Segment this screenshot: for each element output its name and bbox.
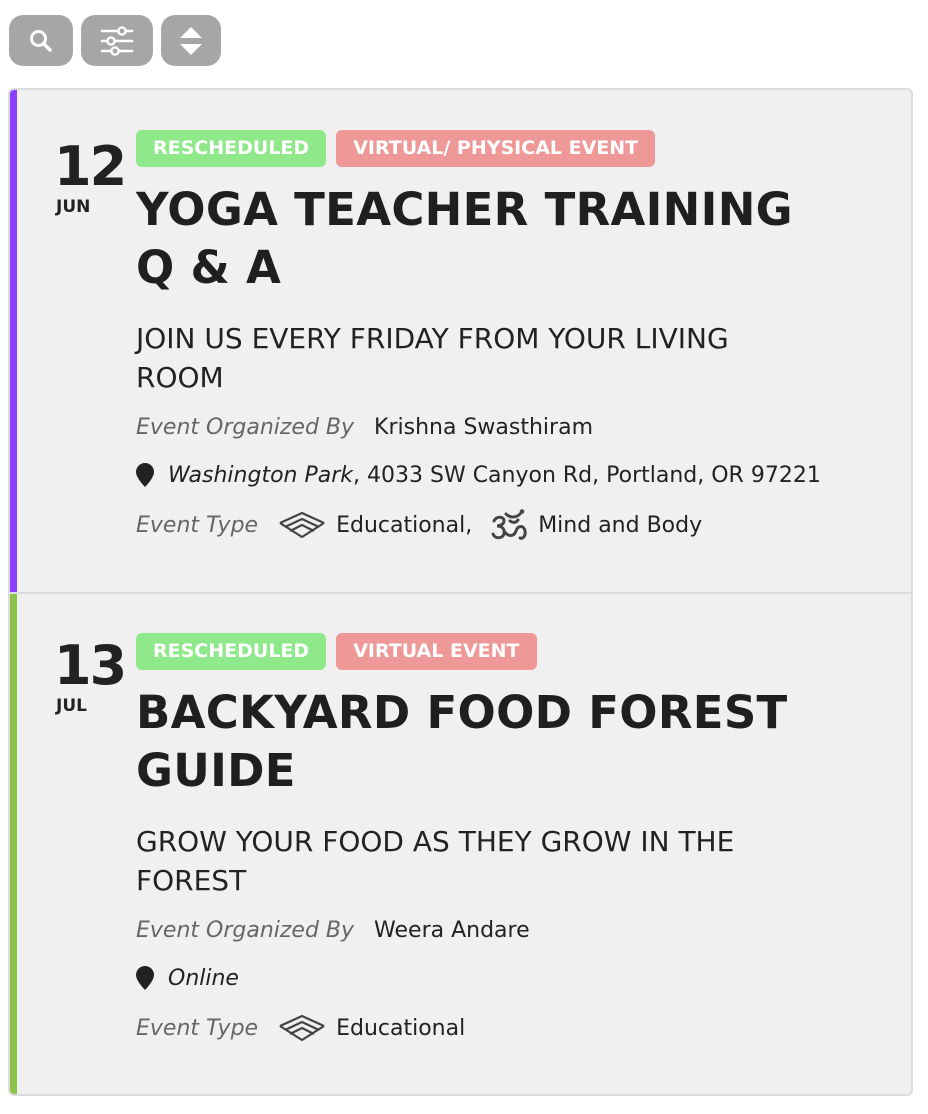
event-day: 12 <box>54 135 127 198</box>
venue-name[interactable]: Online <box>168 966 239 991</box>
event-title-line: YOGA TEACHER TRAINING <box>136 183 793 236</box>
venue-address: , 4033 SW Canyon Rd, Portland, OR 97221 <box>353 462 821 488</box>
search-icon <box>30 29 52 52</box>
organizer-label: Event Organized By <box>136 414 355 440</box>
event-title-line: BACKYARD FOOD FOREST <box>136 686 788 739</box>
organizer-name[interactable]: Weera Andare <box>374 918 530 943</box>
event-day: 13 <box>54 634 127 697</box>
rescheduled-badge: RESCHEDULED <box>136 633 327 670</box>
event-type-label: Event Type <box>136 512 259 538</box>
event-title-line: GUIDE <box>136 744 296 797</box>
event-badges: RESCHEDULED VIRTUAL EVENT <box>136 633 876 670</box>
organizer-name[interactable]: Krishna Swasthiram <box>374 415 593 440</box>
rescheduled-badge: RESCHEDULED <box>136 130 327 167</box>
event-date: 13 JUL <box>54 634 127 717</box>
event-type-name[interactable]: Educational, <box>336 513 472 538</box>
event-badges: RESCHEDULED VIRTUAL/ PHYSICAL EVENT <box>136 130 876 167</box>
event-accent-bar <box>10 594 17 1094</box>
wifi-book-icon <box>278 511 326 539</box>
event-subtitle: JOIN US EVERY FRIDAY FROM YOUR LIVING RO… <box>136 319 826 397</box>
event-title[interactable]: BACKYARD FOOD FOREST GUIDE <box>136 684 876 800</box>
sort-button[interactable] <box>161 15 221 66</box>
search-button[interactable] <box>9 15 73 66</box>
event-type-label: Event Type <box>136 1015 259 1041</box>
map-pin-icon <box>136 463 154 487</box>
event-title[interactable]: YOGA TEACHER TRAINING Q & A <box>136 181 876 297</box>
event-venue-row: Online <box>136 960 876 996</box>
map-pin-icon <box>136 966 154 990</box>
event-list: 12 JUN RESCHEDULED VIRTUAL/ PHYSICAL EVE… <box>8 88 913 1096</box>
organizer-label: Event Organized By <box>136 917 355 943</box>
event-type-row: Event Type Educational, Mind and Body <box>136 507 876 543</box>
sliders-icon <box>100 25 134 56</box>
event-subtitle-line: ROOM <box>136 361 224 394</box>
venue-name[interactable]: Washington Park <box>168 463 353 488</box>
event-venue-row: Washington Park , 4033 SW Canyon Rd, Por… <box>136 457 876 493</box>
event-organizer-row: Event Organized By Weera Andare <box>136 912 876 948</box>
wifi-book-icon <box>278 1014 326 1042</box>
event-date: 12 JUN <box>54 135 127 218</box>
event-type-row: Event Type Educational <box>136 1010 876 1046</box>
event-subtitle: GROW YOUR FOOD AS THEY GROW IN THE FORES… <box>136 822 826 900</box>
event-subtitle-line: FOREST <box>136 864 247 897</box>
event-type-name[interactable]: Mind and Body <box>538 513 702 538</box>
event-type-name[interactable]: Educational <box>336 1016 465 1041</box>
event-item[interactable]: 13 JUL RESCHEDULED VIRTUAL EVENT BACKYAR… <box>10 594 911 1094</box>
toolbar <box>9 15 221 66</box>
event-title-line: Q & A <box>136 241 282 294</box>
om-icon <box>490 509 528 541</box>
event-mode-badge: VIRTUAL/ PHYSICAL EVENT <box>336 130 656 167</box>
event-accent-bar <box>10 90 17 592</box>
event-organizer-row: Event Organized By Krishna Swasthiram <box>136 409 876 445</box>
event-item[interactable]: 12 JUN RESCHEDULED VIRTUAL/ PHYSICAL EVE… <box>10 90 911 592</box>
event-content: RESCHEDULED VIRTUAL/ PHYSICAL EVENT YOGA… <box>136 130 876 543</box>
sort-icon <box>180 26 202 55</box>
event-month: JUL <box>56 696 87 716</box>
event-content: RESCHEDULED VIRTUAL EVENT BACKYARD FOOD … <box>136 633 876 1046</box>
event-subtitle-line: JOIN US EVERY FRIDAY FROM YOUR LIVING <box>136 322 729 355</box>
event-mode-badge: VIRTUAL EVENT <box>336 633 537 670</box>
event-month: JUN <box>56 197 91 217</box>
filter-button[interactable] <box>81 15 153 66</box>
event-subtitle-line: GROW YOUR FOOD AS THEY GROW IN THE <box>136 825 735 858</box>
